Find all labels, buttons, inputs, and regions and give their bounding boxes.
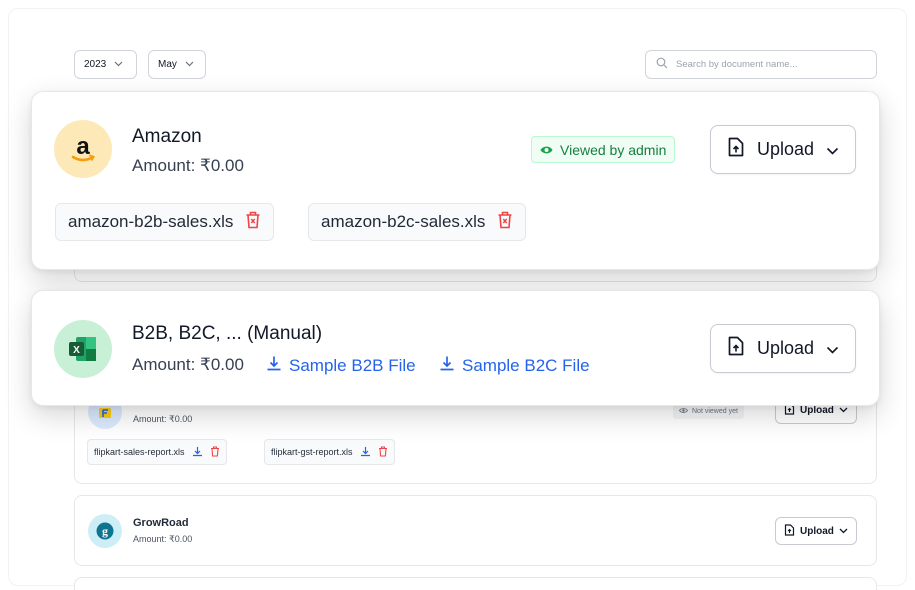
excel-logo: X [54, 320, 112, 378]
amazon-card: a Amazon Amount: ₹0.00 Viewed by admin U… [31, 91, 880, 270]
download-icon[interactable] [360, 446, 371, 459]
download-icon [439, 355, 455, 376]
file-upload-icon [727, 336, 745, 361]
amazon-name: Amazon [132, 126, 202, 147]
growroad-amount: Amount: ₹0.00 [133, 534, 193, 544]
growroad-card: g GrowRoad Amount: ₹0.00 Upload [74, 495, 877, 566]
file-name: flipkart-gst-report.xls [271, 447, 353, 457]
eye-off-icon [679, 407, 688, 416]
file-name: amazon-b2c-sales.xls [321, 212, 486, 231]
file-chip: amazon-b2c-sales.xls [308, 203, 527, 241]
month-dropdown[interactable]: May [148, 50, 206, 79]
upload-label: Upload [800, 525, 834, 537]
flipkart-status-text: Not viewed yet [692, 407, 738, 415]
year-value: 2023 [84, 59, 107, 70]
amazon-upload-button[interactable]: Upload [710, 125, 857, 174]
chevron-down-icon [826, 338, 839, 359]
sample-b2c-link[interactable]: Sample B2C File [439, 355, 590, 376]
chevron-down-icon [185, 60, 194, 69]
manual-amount: Amount: ₹0.00 [132, 355, 244, 374]
download-icon[interactable] [192, 446, 203, 459]
download-icon [266, 355, 282, 376]
sample-b2b-link[interactable]: Sample B2B File [266, 355, 416, 376]
amazon-status-badge: Viewed by admin [531, 136, 676, 163]
month-value: May [158, 59, 177, 70]
trash-icon[interactable] [210, 445, 220, 459]
flipkart-amount: Amount: ₹0.00 [133, 414, 193, 424]
trash-icon[interactable] [245, 211, 261, 234]
trash-icon[interactable] [497, 211, 513, 234]
file-name: flipkart-sales-report.xls [94, 447, 185, 457]
svg-text:a: a [76, 133, 90, 160]
upload-label: Upload [800, 404, 834, 416]
chevron-down-icon [839, 526, 848, 537]
amazon-logo: a [54, 120, 112, 178]
file-chip: amazon-b2b-sales.xls [55, 203, 275, 241]
manual-upload-button[interactable]: Upload [710, 324, 857, 373]
trash-icon[interactable] [378, 445, 388, 459]
growroad-logo: g [88, 514, 122, 548]
search-input[interactable] [676, 59, 856, 70]
amazon-status-text: Viewed by admin [560, 141, 667, 158]
amazon-amount: Amount: ₹0.00 [132, 156, 244, 175]
growroad-name: GrowRoad [133, 517, 189, 529]
file-upload-icon [727, 137, 745, 162]
chevron-down-icon [114, 60, 123, 69]
manual-card: X B2B, B2C, ... (Manual) Amount: ₹0.00 S… [31, 290, 880, 406]
chevron-down-icon [839, 405, 848, 416]
upload-label: Upload [757, 338, 815, 358]
sample-b2c-label: Sample B2C File [462, 355, 590, 375]
search-icon [656, 56, 668, 74]
manual-name: B2B, B2C, ... (Manual) [132, 323, 323, 344]
file-name: amazon-b2b-sales.xls [68, 212, 234, 231]
chevron-down-icon [826, 139, 839, 160]
background-card [74, 577, 877, 590]
sample-b2b-label: Sample B2B File [289, 355, 416, 375]
svg-text:X: X [73, 345, 80, 356]
file-upload-icon [784, 523, 795, 539]
file-chip: flipkart-sales-report.xls [87, 439, 227, 465]
year-dropdown[interactable]: 2023 [74, 50, 137, 79]
growroad-upload-button[interactable]: Upload [775, 517, 857, 545]
file-chip: flipkart-gst-report.xls [264, 439, 395, 465]
upload-label: Upload [757, 139, 815, 159]
eye-icon [540, 142, 553, 158]
search-box[interactable] [645, 50, 877, 79]
svg-text:g: g [102, 524, 108, 538]
